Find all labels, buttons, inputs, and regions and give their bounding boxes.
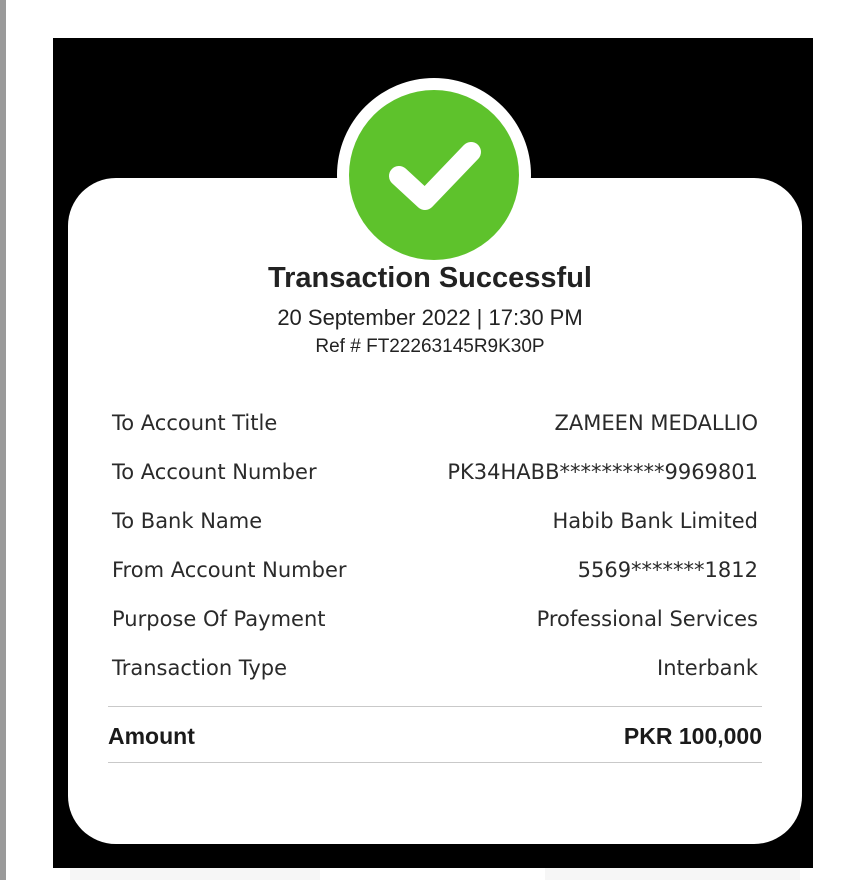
receipt-title: Transaction Successful [268,262,592,294]
detail-value: Habib Bank Limited [552,509,758,533]
check-icon [389,142,481,210]
detail-row-from-account: From Account Number 5569*******1812 [112,555,758,585]
detail-row-transaction-type: Transaction Type Interbank [112,653,758,683]
detail-label: Purpose Of Payment [112,607,326,631]
detail-row-purpose: Purpose Of Payment Professional Services [112,604,758,634]
amount-row: Amount PKR 100,000 [108,720,762,752]
detail-value: Professional Services [536,607,758,631]
detail-row-account-title: To Account Title ZAMEEN MEDALLIO [112,408,758,438]
detail-value: PK34HABB**********9969801 [447,460,758,484]
bottom-edge-panel [70,868,320,880]
detail-value: ZAMEEN MEDALLIO [554,411,758,435]
detail-row-account-number: To Account Number PK34HABB**********9969… [112,457,758,487]
detail-label: To Account Title [112,411,278,435]
amount-divider-bottom [108,762,762,763]
detail-value: 5569*******1812 [577,558,758,582]
left-edge-strip [0,0,6,880]
bottom-edge-panel [545,868,800,880]
success-badge [349,90,519,260]
detail-label: To Account Number [112,460,317,484]
detail-label: To Bank Name [112,509,263,533]
detail-value: Interbank [657,656,758,680]
detail-label: Transaction Type [112,656,288,680]
amount-value: PKR 100,000 [623,722,762,749]
detail-label: From Account Number [112,558,347,582]
receipt-reference: Ref # FT22263145R9K30P [315,336,545,357]
receipt-datetime: 20 September 2022 | 17:30 PM [277,305,583,330]
amount-divider-top [108,706,762,707]
detail-row-bank-name: To Bank Name Habib Bank Limited [112,506,758,536]
amount-label: Amount [108,722,195,749]
